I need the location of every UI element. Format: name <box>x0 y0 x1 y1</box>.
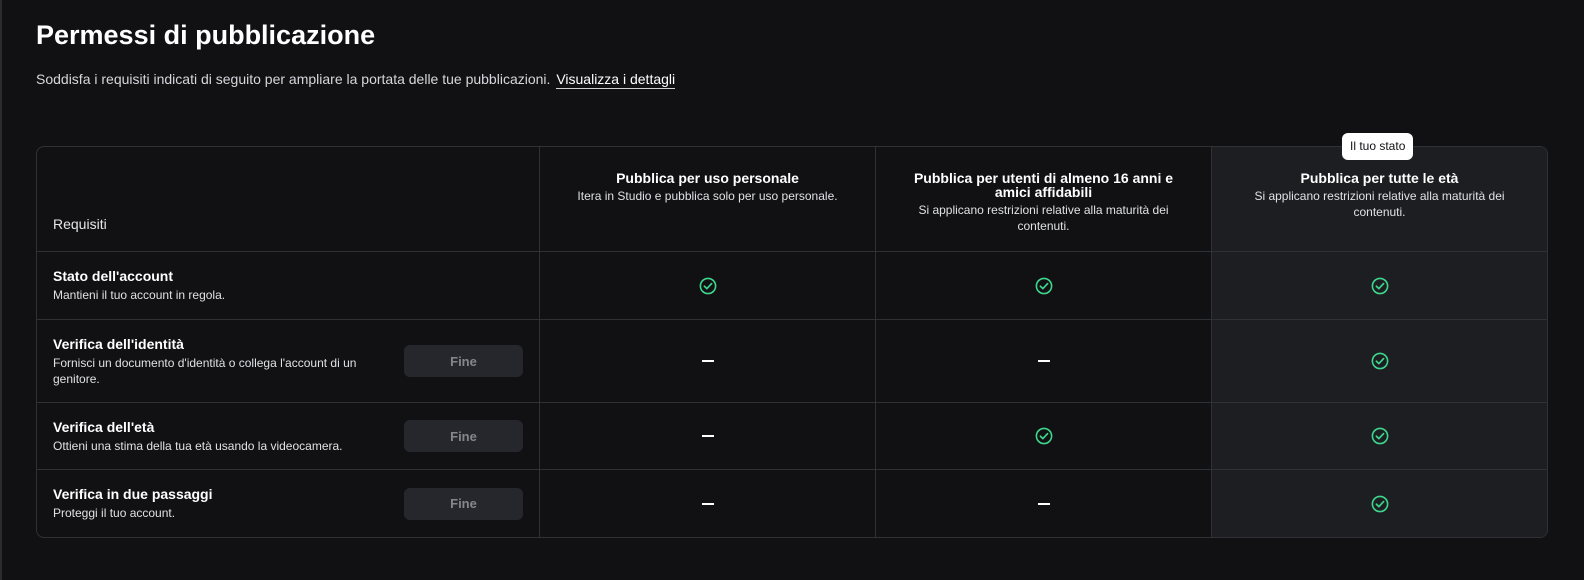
dash-icon <box>701 435 714 437</box>
column-title: Pubblica per utenti di almeno 16 anni e … <box>913 170 1174 200</box>
column-description: Itera in Studio e pubblica solo per uso … <box>577 189 838 203</box>
requirement-description: Fornisci un documento d'identità o colle… <box>53 355 357 386</box>
requirement-title: Stato dell'account <box>53 268 174 284</box>
status-cell <box>876 403 1212 470</box>
requirements-table: Requisiti Pubblica per uso personale Ite… <box>36 146 1548 538</box>
check-circle-icon <box>1035 427 1052 445</box>
table-row-identity-verification: Verifica dell'identità Fornisci un docum… <box>37 320 540 403</box>
dash-icon <box>1037 502 1050 505</box>
requirement-title: Verifica in due passaggi <box>53 486 213 502</box>
status-cell <box>876 252 1212 320</box>
table-row-two-step-verification: Verifica in due passaggi Proteggi il tuo… <box>37 470 540 537</box>
column-title: Pubblica per tutte le età <box>1300 170 1459 186</box>
table-row-age-verification: Verifica dell'età Ottieni una stima dell… <box>37 403 540 470</box>
your-status-badge: Il tuo stato <box>1342 133 1414 160</box>
status-cell <box>540 320 876 403</box>
age-done-button[interactable]: Fine <box>404 420 523 452</box>
column-description: Si applicano restrizioni relative alla m… <box>1254 189 1505 219</box>
publishing-permissions-page: Permessi di pubblicazione Soddisfa i req… <box>0 0 1584 580</box>
dash-icon <box>1037 360 1050 362</box>
status-cell <box>540 470 876 537</box>
column-header-personal: Pubblica per uso personale Itera in Stud… <box>540 147 876 252</box>
status-cell <box>540 403 876 470</box>
check-circle-icon <box>699 277 716 294</box>
column-header-all-ages: Pubblica per tutte le età Si applicano r… <box>1212 147 1547 252</box>
requirement-description: Proteggi il tuo account. <box>53 506 176 520</box>
status-cell <box>1212 252 1547 320</box>
check-circle-icon <box>1371 427 1388 445</box>
requirements-header-label: Requisiti <box>53 216 107 232</box>
column-title: Pubblica per uso personale <box>616 170 799 186</box>
column-header-16-plus: Pubblica per utenti di almeno 16 anni e … <box>876 147 1212 252</box>
check-circle-icon <box>1371 352 1388 370</box>
subtitle-text: Soddisfa i requisiti indicati di seguito… <box>36 71 551 87</box>
status-cell <box>540 252 876 320</box>
requirements-header: Requisiti <box>37 147 540 252</box>
requirement-description: Ottieni una stima della tua età usando l… <box>53 438 343 453</box>
status-cell <box>876 320 1212 403</box>
two-step-done-button[interactable]: Fine <box>404 487 523 520</box>
details-link[interactable]: Visualizza i dettagli <box>556 71 676 89</box>
status-cell <box>1212 470 1547 537</box>
column-description: Si applicano restrizioni relative alla m… <box>918 203 1169 233</box>
requirement-title: Verifica dell'identità <box>53 335 184 352</box>
requirement-title: Verifica dell'età <box>53 418 155 435</box>
identity-done-button[interactable]: Fine <box>404 345 523 377</box>
dash-icon <box>701 502 714 505</box>
check-circle-icon <box>1371 277 1388 294</box>
status-cell <box>876 470 1212 537</box>
dash-icon <box>701 360 714 362</box>
check-circle-icon <box>1371 495 1388 512</box>
table-row-account-status: Stato dell'account Mantieni il tuo accou… <box>37 252 540 320</box>
page-title: Permessi di pubblicazione <box>36 20 376 50</box>
status-cell <box>1212 403 1547 470</box>
requirement-description: Mantieni il tuo account in regola. <box>53 288 226 302</box>
check-circle-icon <box>1035 277 1052 294</box>
status-cell <box>1212 320 1547 403</box>
page-subtitle: Soddisfa i requisiti indicati di seguito… <box>36 71 676 89</box>
